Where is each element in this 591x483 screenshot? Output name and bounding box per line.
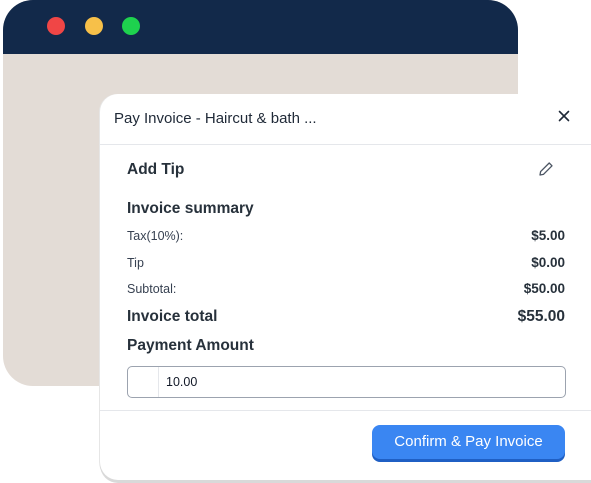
maximize-window-dot[interactable] [122, 17, 140, 35]
confirm-pay-invoice-button[interactable]: Confirm & Pay Invoice [372, 425, 565, 459]
subtotal-label: Subtotal: [127, 282, 177, 296]
add-tip-label: Add Tip [127, 161, 185, 178]
invoice-total-value: $55.00 [517, 308, 565, 325]
window-titlebar [3, 0, 518, 54]
invoice-total-label: Invoice total [127, 308, 218, 325]
minimize-window-dot[interactable] [85, 17, 103, 35]
currency-prefix [128, 367, 159, 397]
tip-label: Tip [127, 256, 144, 270]
pencil-icon[interactable] [537, 160, 555, 178]
close-icon[interactable] [555, 107, 573, 125]
tip-value: $0.00 [531, 255, 565, 270]
payment-amount-field [127, 366, 566, 398]
tax-value: $5.00 [531, 228, 565, 243]
tax-label: Tax(10%): [127, 229, 184, 243]
footer-divider [100, 410, 591, 411]
modal-header: Pay Invoice - Haircut & bath ... [100, 94, 591, 145]
invoice-summary-title: Invoice summary [127, 200, 254, 217]
payment-amount-input[interactable] [166, 367, 556, 397]
pay-invoice-modal: Pay Invoice - Haircut & bath ... Add Tip… [100, 94, 591, 480]
payment-amount-label: Payment Amount [127, 337, 254, 354]
modal-title: Pay Invoice - Haircut & bath ... [114, 110, 317, 127]
subtotal-value: $50.00 [523, 281, 565, 296]
close-window-dot[interactable] [47, 17, 65, 35]
